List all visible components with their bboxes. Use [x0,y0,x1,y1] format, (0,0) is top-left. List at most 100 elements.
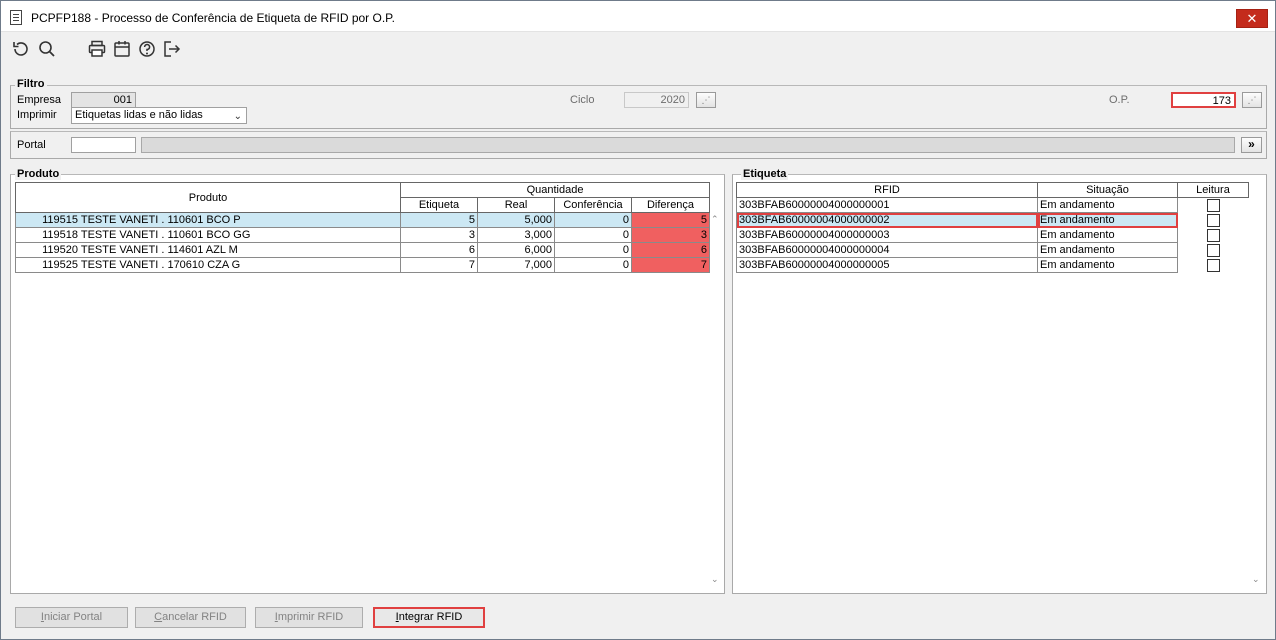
header-conferencia[interactable]: Conferência [554,197,632,213]
scroll-down-icon[interactable]: ⌄ [711,574,719,585]
conferencia-cell: 0 [554,212,632,228]
portal-progress-bar [141,137,1235,153]
table-row[interactable]: 119518 TESTE VANETI . 110601 BCO GG 3 3,… [15,227,711,243]
ciclo-field[interactable]: 2020 [624,92,689,108]
real-cell: 5,000 [477,212,555,228]
main-window: PCPFP188 - Processo de Conferência de Et… [0,0,1276,640]
table-row[interactable]: 119515 TESTE VANETI . 110601 BCO P 5 5,0… [15,212,711,228]
toolbar [1,33,1275,63]
rfid-cell: 303BFAB60000004000000001 [736,197,1038,213]
leitura-cell [1177,242,1249,258]
situacao-cell: Em andamento [1037,227,1178,243]
rfid-cell: 303BFAB60000004000000004 [736,242,1038,258]
imprimir-label: Imprimir [17,109,57,121]
situacao-cell: Em andamento [1037,242,1178,258]
header-rfid[interactable]: RFID [736,182,1038,198]
portal-field[interactable] [71,137,136,153]
filtro-title: Filtro [15,78,47,90]
imprimir-select-value: Etiquetas lidas e não lidas [75,109,203,121]
close-button[interactable]: ✕ [1236,9,1268,28]
etiqueta-cell: 3 [400,227,478,243]
real-cell: 6,000 [477,242,555,258]
imprimir-select[interactable]: Etiquetas lidas e não lidas ⌄ [71,107,247,124]
refresh-icon[interactable] [11,39,31,59]
rfid-cell: 303BFAB60000004000000003 [736,227,1038,243]
ciclo-lookup-button[interactable]: ⋰ [696,92,716,108]
etiqueta-table: RFID Situação Leitura 303BFAB60000004000… [736,182,1249,273]
diferenca-cell: 7 [630,257,711,273]
portal-label: Portal [17,139,46,151]
header-leitura[interactable]: Leitura [1177,182,1249,198]
header-etiqueta[interactable]: Etiqueta [400,197,478,213]
lookup-icon: ⋰ [1247,95,1257,105]
integrar-rfid-button[interactable]: Integrar RFID [373,607,485,628]
leitura-cell [1177,257,1249,273]
produto-cell: 119520 TESTE VANETI . 114601 AZL M [15,242,401,258]
table-row[interactable]: 119525 TESTE VANETI . 170610 CZA G 7 7,0… [15,257,711,273]
conferencia-cell: 0 [554,242,632,258]
leitura-cell [1177,227,1249,243]
header-diferenca[interactable]: Diferença [630,197,711,213]
print-icon[interactable] [87,39,107,59]
produto-cell: 119525 TESTE VANETI . 170610 CZA G [15,257,401,273]
table-row[interactable]: 303BFAB60000004000000003 Em andamento [736,227,1249,243]
leitura-checkbox[interactable] [1206,228,1220,242]
header-situacao[interactable]: Situação [1037,182,1178,198]
produto-cell: 119518 TESTE VANETI . 110601 BCO GG [15,227,401,243]
document-icon [10,10,22,25]
portal-go-button[interactable]: » [1241,137,1262,153]
chevron-down-icon: ⌄ [233,111,242,122]
conferencia-cell: 0 [554,257,632,273]
exit-icon[interactable] [162,39,182,59]
window-title: PCPFP188 - Processo de Conferência de Et… [31,11,395,25]
real-cell: 3,000 [477,227,555,243]
leitura-checkbox[interactable] [1206,258,1220,272]
diferenca-cell: 5 [630,212,711,228]
ciclo-label: Ciclo [570,94,595,106]
op-field[interactable]: 173 [1171,92,1236,108]
produto-title: Produto [15,168,62,180]
leitura-checkbox[interactable] [1206,243,1220,257]
empresa-field: 001 [71,92,136,108]
situacao-cell: Em andamento [1037,197,1178,213]
scroll-up-icon[interactable]: ⌃ [711,214,719,225]
diferenca-cell: 6 [630,242,711,258]
real-cell: 7,000 [477,257,555,273]
table-row[interactable]: 303BFAB60000004000000005 Em andamento [736,257,1249,273]
help-icon[interactable] [137,39,157,59]
rfid-cell: 303BFAB60000004000000005 [736,257,1038,273]
rfid-cell: 303BFAB60000004000000002 [736,212,1038,228]
header-real[interactable]: Real [477,197,555,213]
leitura-checkbox[interactable] [1206,198,1220,212]
produto-table: Produto Quantidade Etiqueta Real Conferê… [15,182,711,273]
lookup-icon: ⋰ [701,95,711,105]
etiqueta-cell: 6 [400,242,478,258]
diferenca-cell: 3 [630,227,711,243]
iniciar-portal-button[interactable]: Iniciar Portal [15,607,128,628]
table-row[interactable]: 303BFAB60000004000000004 Em andamento [736,242,1249,258]
produto-cell: 119515 TESTE VANETI . 110601 BCO P [15,212,401,228]
op-lookup-button[interactable]: ⋰ [1242,92,1262,108]
scroll-down-icon[interactable]: ⌄ [1252,574,1260,585]
table-row[interactable]: 303BFAB60000004000000001 Em andamento [736,197,1249,213]
empresa-label: Empresa [17,94,62,106]
calendar-icon[interactable] [112,39,132,59]
etiqueta-cell: 5 [400,212,478,228]
table-row[interactable]: 119520 TESTE VANETI . 114601 AZL M 6 6,0… [15,242,711,258]
cancelar-rfid-button[interactable]: Cancelar RFID [135,607,246,628]
table-row[interactable]: 303BFAB60000004000000002 Em andamento [736,212,1249,228]
situacao-cell: Em andamento [1037,212,1178,228]
conferencia-cell: 0 [554,227,632,243]
header-quantidade: Quantidade [399,182,711,198]
etiqueta-cell: 7 [400,257,478,273]
header-produto[interactable]: Produto [15,182,401,213]
etiqueta-title: Etiqueta [741,168,789,180]
title-bar: PCPFP188 - Processo de Conferência de Et… [1,1,1275,32]
leitura-checkbox[interactable] [1206,213,1220,227]
leitura-cell [1177,197,1249,213]
search-icon[interactable] [37,39,57,59]
op-label: O.P. [1109,94,1130,106]
situacao-cell: Em andamento [1037,257,1178,273]
imprimir-rfid-button[interactable]: Imprimir RFID [255,607,363,628]
leitura-cell [1177,212,1249,228]
